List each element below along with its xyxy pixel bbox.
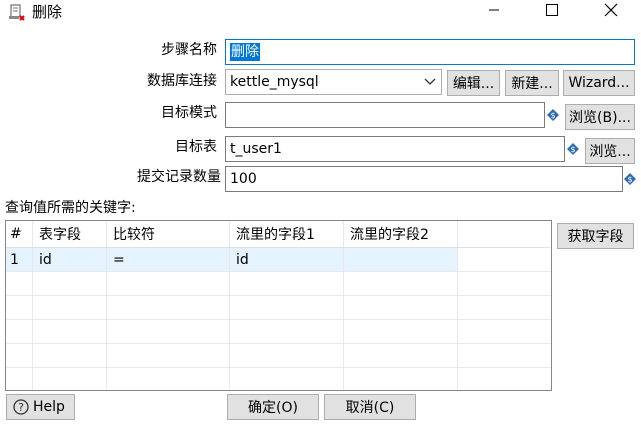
empty-row	[6, 295, 550, 320]
browse-schema-button[interactable]: 浏览(B)...	[565, 104, 635, 130]
new-connection-button[interactable]: 新建...	[505, 70, 559, 96]
comparator-cell[interactable]: =	[106, 247, 230, 272]
stream-field-2-cell[interactable]	[343, 247, 458, 272]
step-name-label: 步骤名称	[161, 42, 217, 58]
commit-size-label: 提交记录数量	[137, 169, 221, 185]
target-table-input[interactable]: t_user1	[225, 136, 565, 162]
ok-button[interactable]: 确定(O)	[227, 394, 319, 420]
keys-label: 查询值所需的关键字:	[5, 200, 136, 216]
close-icon	[604, 3, 618, 21]
svg-text:$: $	[550, 111, 555, 120]
maximize-button[interactable]	[529, 0, 575, 24]
column-header-table-field[interactable]: 表字段	[32, 221, 107, 248]
edit-connection-button[interactable]: 编辑...	[447, 70, 500, 96]
table-field-cell[interactable]: id	[32, 247, 107, 272]
empty-row	[6, 319, 550, 344]
target-schema-label: 目标模式	[161, 105, 217, 121]
help-button-label: Help	[33, 399, 65, 415]
stream-field-1-cell[interactable]: id	[229, 247, 344, 272]
browse-table-button[interactable]: 浏览...	[585, 138, 635, 164]
step-name-value: 删除	[230, 43, 260, 61]
delete-step-icon	[8, 4, 26, 22]
help-icon: ?	[13, 399, 29, 415]
get-fields-button[interactable]: 获取字段	[557, 223, 634, 249]
empty-row	[6, 343, 550, 368]
target-table-label: 目标表	[175, 139, 217, 155]
wizard-button[interactable]: Wizard...	[563, 70, 635, 96]
svg-text:$: $	[627, 175, 632, 184]
empty-row	[6, 367, 550, 390]
minimize-icon	[488, 4, 500, 20]
close-button[interactable]	[588, 0, 634, 24]
empty-row	[6, 271, 550, 296]
commit-size-input[interactable]: 100	[225, 166, 623, 192]
target-schema-input[interactable]	[225, 102, 545, 128]
chevron-down-icon	[419, 70, 441, 94]
connection-select[interactable]: kettle_mysql	[225, 69, 442, 95]
svg-text:$: $	[570, 145, 575, 154]
variable-icon: $	[547, 109, 559, 121]
table-row[interactable]: 1 id = id	[6, 247, 550, 272]
table-header-row: # 表字段 比较符 流里的字段1 流里的字段2	[6, 221, 550, 248]
cancel-button[interactable]: 取消(C)	[324, 394, 416, 420]
column-header-filler	[457, 221, 550, 248]
variable-icon: $	[567, 143, 579, 155]
connection-label: 数据库连接	[147, 73, 217, 89]
minimize-button[interactable]	[471, 0, 517, 24]
svg-text:?: ?	[18, 401, 24, 414]
column-header-number[interactable]: #	[6, 221, 33, 248]
column-header-comparator[interactable]: 比较符	[106, 221, 230, 248]
row-number: 1	[6, 247, 33, 272]
window-title: 删除	[32, 3, 63, 21]
help-button[interactable]: ? Help	[6, 394, 75, 420]
filler-cell	[457, 247, 550, 272]
connection-value: kettle_mysql	[230, 74, 319, 90]
step-name-input[interactable]: 删除	[225, 39, 635, 65]
column-header-stream-field-1[interactable]: 流里的字段1	[229, 221, 344, 248]
maximize-icon	[546, 4, 558, 20]
keys-table[interactable]: # 表字段 比较符 流里的字段1 流里的字段2 1 id = id	[5, 220, 552, 391]
variable-icon: $	[624, 173, 636, 185]
column-header-stream-field-2[interactable]: 流里的字段2	[343, 221, 458, 248]
